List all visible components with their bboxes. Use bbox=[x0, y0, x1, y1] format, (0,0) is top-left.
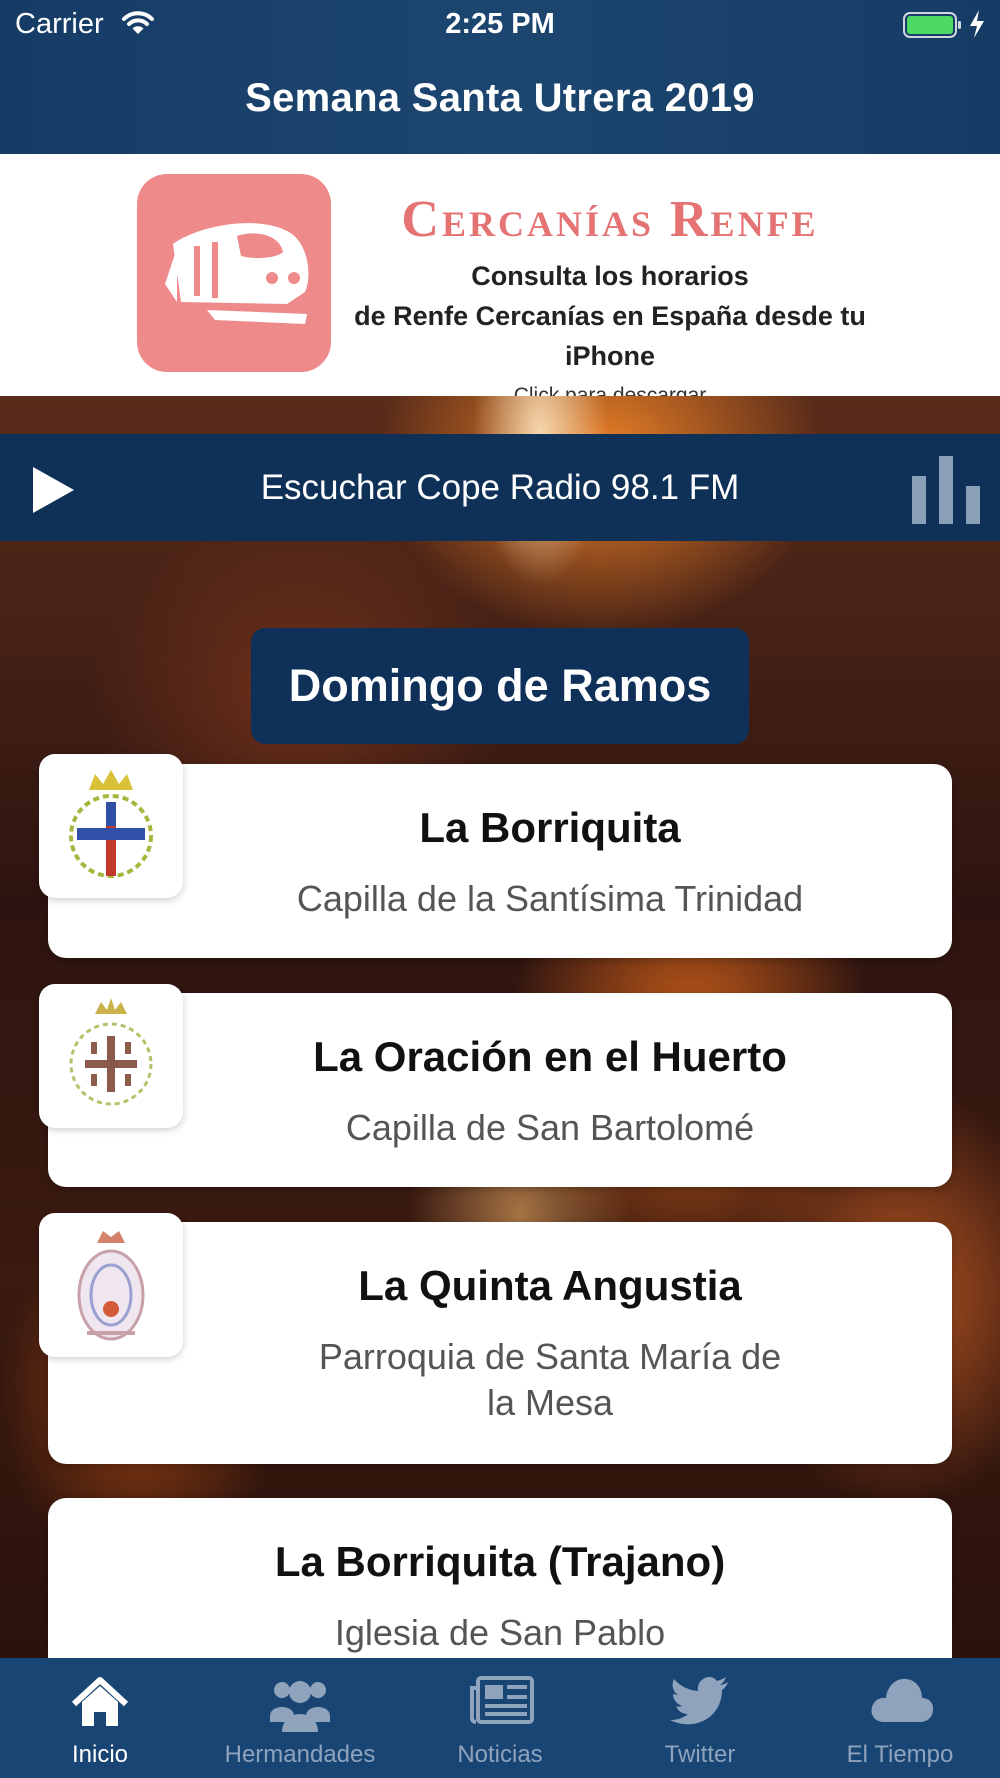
hermandad-place-line-1: Parroquia de Santa María de bbox=[318, 1336, 782, 1377]
section-title: Domingo de Ramos bbox=[251, 628, 749, 744]
tab-inicio[interactable]: Inicio bbox=[0, 1658, 200, 1778]
ad-brand: Cercanías Renfe bbox=[401, 191, 819, 248]
ad-line-2: de Renfe Cercanías en España desde tu iP… bbox=[354, 301, 866, 371]
cloud-icon bbox=[871, 1678, 934, 1722]
radio-player-bar: Escuchar Cope Radio 98.1 FM bbox=[0, 434, 1000, 541]
equalizer-icon bbox=[912, 456, 980, 524]
tab-twitter[interactable]: Twitter bbox=[600, 1658, 800, 1778]
clock: 2:25 PM bbox=[445, 8, 555, 40]
hermandad-name: La Borriquita bbox=[419, 804, 681, 851]
hermandad-name: La Borriquita (Trajano) bbox=[274, 1538, 726, 1585]
tab-hermandades[interactable]: Hermandades bbox=[200, 1658, 400, 1778]
status-bar: Carrier 2:25 PM bbox=[0, 0, 1000, 50]
home-icon bbox=[71, 1677, 129, 1726]
hermandad-place: Capilla de San Bartolomé bbox=[345, 1107, 755, 1148]
hermandad-emblem bbox=[39, 984, 183, 1128]
tab-label: Hermandades bbox=[224, 1741, 376, 1768]
radio-label[interactable]: Escuchar Cope Radio 98.1 FM bbox=[0, 468, 1000, 508]
hermandad-card[interactable]: La Oración en el Huerto Capilla de San B… bbox=[48, 993, 952, 1187]
hermandad-name: La Quinta Angustia bbox=[358, 1262, 742, 1309]
ad-text: Cercanías Renfe Consulta los horarios de… bbox=[340, 154, 880, 408]
tab-noticias[interactable]: Noticias bbox=[400, 1658, 600, 1778]
tab-label: Inicio bbox=[71, 1741, 129, 1768]
hermandad-emblem bbox=[39, 754, 183, 898]
charging-bolt-icon bbox=[970, 10, 984, 38]
hermandad-place: Parroquia de Santa María de la Mesa bbox=[218, 1334, 882, 1426]
train-app-icon bbox=[137, 174, 331, 372]
hermandad-card[interactable]: La Borriquita Capilla de la Santísima Tr… bbox=[48, 764, 952, 958]
tab-label: Twitter bbox=[664, 1741, 736, 1768]
tab-label: El Tiempo bbox=[846, 1741, 954, 1768]
hermandad-emblem bbox=[39, 1213, 183, 1357]
battery-icon bbox=[903, 12, 961, 38]
ad-banner[interactable]: Cercanías Renfe Consulta los horarios de… bbox=[0, 154, 1000, 407]
ad-line-1: Consulta los horarios bbox=[471, 261, 749, 291]
hermandad-name: La Oración en el Huerto bbox=[313, 1033, 787, 1080]
users-icon bbox=[270, 1681, 330, 1732]
tab-label: Noticias bbox=[457, 1741, 543, 1768]
tab-el-tiempo[interactable]: El Tiempo bbox=[800, 1658, 1000, 1778]
hermandad-place: Capilla de la Santísima Trinidad bbox=[296, 878, 804, 919]
page-title: Semana Santa Utrera 2019 bbox=[245, 76, 755, 120]
hermandad-card[interactable]: La Quinta Angustia Parroquia de Santa Ma… bbox=[48, 1222, 952, 1464]
navigation-header: Carrier 2:25 PM Semana Santa Utrera 2019 bbox=[0, 0, 1000, 154]
hermandad-place: Iglesia de San Pablo bbox=[334, 1612, 666, 1653]
twitter-icon bbox=[670, 1677, 728, 1725]
tab-bar: Inicio Hermandades Noticias Twitter El T… bbox=[0, 1658, 1000, 1778]
hermandad-place-line-2: la Mesa bbox=[486, 1382, 614, 1423]
newspaper-icon bbox=[470, 1676, 534, 1724]
